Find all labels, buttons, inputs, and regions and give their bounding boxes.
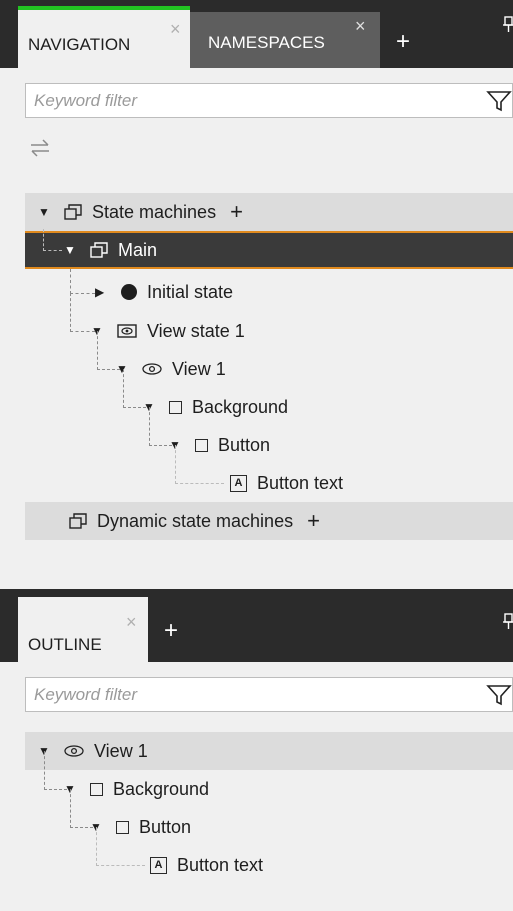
tree-item-label: Button text	[177, 854, 264, 875]
add-dynamic-state-machine-button[interactable]: +	[307, 508, 320, 534]
filter-funnel-icon[interactable]	[486, 90, 512, 117]
text-a-icon: A	[230, 474, 247, 492]
tree-item-label: Background	[192, 396, 289, 417]
tree-connector	[43, 229, 62, 251]
pin-icon[interactable]	[503, 16, 513, 38]
pin-icon[interactable]	[503, 613, 513, 635]
tab-namespaces-label: NAMESPACES	[208, 33, 325, 52]
state-machine-icon	[69, 513, 87, 529]
tree-item-state-machines[interactable]: ▼ State machines +	[38, 193, 243, 231]
tree-item-label: Button	[218, 434, 271, 455]
navigation-tab-strip: NAVIGATION × NAMESPACES × +	[0, 0, 513, 68]
view-state-icon	[117, 324, 137, 338]
outline-panel: ▼ View 1 ▼ Background ▼ Button A Button …	[0, 662, 513, 911]
tree-item-label: Initial state	[147, 281, 234, 302]
state-machine-icon	[64, 204, 82, 220]
add-tab-button[interactable]: +	[164, 617, 178, 645]
tab-outline[interactable]: OUTLINE ×	[18, 597, 148, 662]
tab-outline-label: OUTLINE	[28, 635, 102, 654]
tree-item-dynamic-state-machines[interactable]: Dynamic state machines +	[69, 502, 320, 540]
navigation-filter-input[interactable]	[26, 84, 474, 117]
tab-namespaces[interactable]: NAMESPACES ×	[190, 12, 380, 68]
tab-navigation-close-icon[interactable]: ×	[170, 20, 181, 38]
tree-item-initial-state[interactable]: ▶ Initial state	[95, 273, 233, 311]
expand-arrow-icon[interactable]: ▼	[38, 205, 52, 219]
tree-item-label: Main	[118, 239, 158, 260]
tree-item-label: State machines	[92, 201, 217, 222]
outline-tab-strip: OUTLINE × +	[0, 589, 513, 662]
expand-arrow-icon[interactable]: ▼	[64, 243, 78, 257]
filter-funnel-icon[interactable]	[486, 684, 512, 711]
tree-item-button-text[interactable]: A Button text	[230, 464, 343, 502]
tree-connector	[175, 445, 224, 484]
tree-item-label: Background	[113, 778, 210, 799]
navigation-keyword-filter[interactable]	[25, 83, 513, 118]
tree-item-label: View 1	[94, 740, 148, 761]
tab-outline-close-icon[interactable]: ×	[126, 613, 137, 631]
outline-keyword-filter[interactable]	[25, 677, 513, 712]
tree-item-label: View 1	[172, 358, 226, 379]
eye-icon	[64, 745, 84, 757]
collapse-arrow-icon[interactable]: ▶	[95, 285, 109, 299]
state-machine-icon	[90, 242, 108, 258]
tree-connector	[70, 269, 95, 294]
tree-item-label: Button text	[257, 472, 344, 493]
tab-namespaces-close-icon[interactable]: ×	[355, 17, 366, 35]
tree-item-label: View state 1	[147, 320, 245, 341]
tree-item-label: Button	[139, 816, 192, 837]
tree-connector	[96, 827, 145, 866]
outline-filter-input[interactable]	[26, 678, 474, 711]
add-tab-button[interactable]: +	[396, 28, 410, 56]
initial-state-dot-icon	[121, 284, 137, 300]
navigation-panel: ▼ State machines + ▼ Main ▶ Initial stat…	[0, 68, 513, 589]
swap-arrows-icon[interactable]	[29, 138, 51, 163]
tree-item-main[interactable]: ▼ Main	[64, 231, 157, 269]
tree-item-label: Dynamic state machines	[97, 510, 294, 531]
text-a-icon: A	[150, 856, 167, 874]
tab-navigation[interactable]: NAVIGATION ×	[18, 6, 190, 68]
outline-item-button-text[interactable]: A Button text	[150, 846, 263, 884]
add-state-machine-button[interactable]: +	[230, 199, 243, 225]
tab-navigation-label: NAVIGATION	[28, 35, 131, 54]
